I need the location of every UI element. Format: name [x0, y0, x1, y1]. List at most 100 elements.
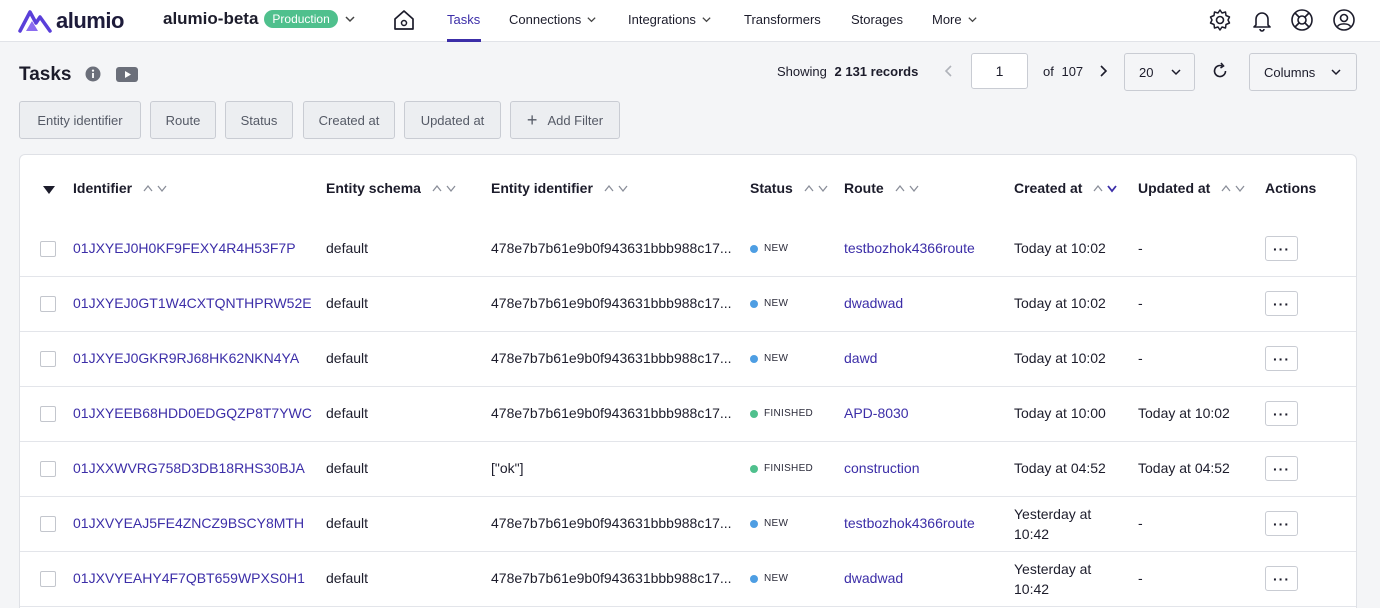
created-at: Today at 10:02: [1014, 295, 1106, 311]
user-icon[interactable]: [1332, 8, 1356, 35]
add-filter-button[interactable]: + Add Filter: [510, 101, 620, 139]
route-link[interactable]: dwadwad: [844, 295, 903, 311]
records-count: Showing 2 131 records: [777, 64, 918, 79]
task-identifier-link[interactable]: 01JXYEJ0H0KF9FEXY4R4H53F7P: [73, 240, 296, 256]
row-actions-button[interactable]: ···: [1265, 291, 1298, 316]
column-header-route[interactable]: Route: [844, 180, 920, 196]
row-checkbox[interactable]: [40, 571, 56, 587]
table-row[interactable]: 01JXYEJ0GKR9RJ68HK62NKN4YA default 478e7…: [20, 332, 1356, 387]
more-horizontal-icon: ···: [1273, 350, 1290, 367]
column-header-label: Route: [844, 180, 884, 196]
row-actions-button[interactable]: ···: [1265, 566, 1298, 591]
column-header-entity-schema[interactable]: Entity schema: [326, 180, 457, 196]
refresh-button[interactable]: [1211, 62, 1229, 83]
row-actions-button[interactable]: ···: [1265, 456, 1298, 481]
updated-at: -: [1138, 240, 1143, 256]
bell-icon[interactable]: [1250, 8, 1274, 35]
table-row[interactable]: 01JXVYEAJ5FE4ZNCZ9BSCY8MTH default 478e7…: [20, 497, 1356, 552]
created-at: Today at 10:02: [1014, 240, 1106, 256]
sort-desc-active-icon[interactable]: [1092, 183, 1118, 193]
filter-updated-at[interactable]: Updated at: [404, 101, 501, 139]
total-pages: of 107: [1043, 64, 1083, 79]
route-link[interactable]: construction: [844, 460, 919, 476]
column-header-label: Updated at: [1138, 180, 1211, 196]
row-actions-button[interactable]: ···: [1265, 236, 1298, 261]
nav-tasks[interactable]: Tasks: [447, 12, 480, 27]
table-row[interactable]: 01JXYEEB68HDD0EDGQZP8T7YWC default 478e7…: [20, 387, 1356, 442]
logo-text: alumio: [56, 8, 124, 33]
row-actions-button[interactable]: ···: [1265, 511, 1298, 536]
nav-tasks-label: Tasks: [447, 12, 481, 27]
row-checkbox[interactable]: [40, 461, 56, 477]
row-checkbox[interactable]: [40, 516, 56, 532]
route-link[interactable]: testbozhok4366route: [844, 515, 975, 531]
filter-label: Entity identifier: [37, 112, 123, 128]
sort-icon[interactable]: [431, 183, 457, 193]
updated-at: -: [1138, 295, 1143, 311]
gear-icon[interactable]: [1208, 8, 1232, 35]
total-pages-value: 107: [1061, 64, 1084, 79]
workspace-switcher[interactable]: alumio-beta Production: [163, 9, 356, 29]
row-actions-button[interactable]: ···: [1265, 401, 1298, 426]
task-identifier-link[interactable]: 01JXYEEB68HDD0EDGQZP8T7YWC: [73, 405, 312, 421]
columns-button[interactable]: Columns: [1249, 53, 1357, 91]
row-checkbox[interactable]: [40, 241, 56, 257]
row-checkbox[interactable]: [40, 296, 56, 312]
collapse-rows-icon[interactable]: [42, 182, 56, 198]
column-header-updated-at[interactable]: Updated at: [1138, 180, 1246, 196]
row-checkbox[interactable]: [40, 406, 56, 422]
column-header-identifier[interactable]: Identifier: [73, 180, 168, 196]
column-header-status[interactable]: Status: [750, 180, 829, 196]
home-icon[interactable]: [393, 8, 415, 35]
alumio-logo[interactable]: alumio: [18, 7, 124, 35]
nav-connections[interactable]: Connections: [509, 12, 597, 27]
task-identifier-link[interactable]: 01JXYEJ0GKR9RJ68HK62NKN4YA: [73, 350, 299, 366]
table-row[interactable]: 01JXYEJ0GT1W4CXTQNTHPRW52E default 478e7…: [20, 277, 1356, 332]
route-link[interactable]: APD-8030: [844, 405, 909, 421]
table-row[interactable]: 01JXYEJ0H0KF9FEXY4R4H53F7P default 478e7…: [20, 222, 1356, 277]
route-link[interactable]: dwadwad: [844, 570, 903, 586]
updated-at: -: [1138, 350, 1143, 366]
sort-icon[interactable]: [142, 183, 168, 193]
sort-icon[interactable]: [1220, 183, 1246, 193]
refresh-icon: [1213, 62, 1227, 78]
task-identifier-link[interactable]: 01JXXWVRG758D3DB18RHS30BJA: [73, 460, 305, 476]
more-horizontal-icon: ···: [1273, 240, 1290, 257]
filter-created-at[interactable]: Created at: [303, 101, 395, 139]
filter-entity-identifier[interactable]: Entity identifier: [19, 101, 141, 139]
task-identifier-link[interactable]: 01JXVYEAHY4F7QBT659WPXS0H1: [73, 570, 305, 586]
page-size-select[interactable]: 20: [1124, 53, 1195, 91]
nav-transformers[interactable]: Transformers: [744, 12, 821, 27]
column-header-created-at[interactable]: Created at: [1014, 180, 1118, 196]
status-label: NEW: [764, 298, 789, 309]
task-identifier-link[interactable]: 01JXVYEAJ5FE4ZNCZ9BSCY8MTH: [73, 515, 304, 531]
info-icon[interactable]: [85, 66, 101, 85]
nav-integrations[interactable]: Integrations: [628, 12, 712, 27]
route-link[interactable]: testbozhok4366route: [844, 240, 975, 256]
status-label: FINISHED: [764, 463, 814, 474]
next-page-button[interactable]: [1096, 64, 1110, 81]
filter-status[interactable]: Status: [225, 101, 293, 139]
sort-icon[interactable]: [803, 183, 829, 193]
filter-label: Updated at: [420, 112, 485, 128]
video-icon[interactable]: [116, 67, 138, 85]
table-row[interactable]: 01JXXWVRG758D3DB18RHS30BJA default ["ok"…: [20, 442, 1356, 497]
records-value: 2 131 records: [834, 64, 919, 79]
help-icon[interactable]: [1290, 8, 1314, 35]
filter-route[interactable]: Route: [150, 101, 216, 139]
row-checkbox[interactable]: [40, 351, 56, 367]
column-header-entity-identifier[interactable]: Entity identifier: [491, 180, 629, 196]
route-link[interactable]: dawd: [844, 350, 877, 366]
table-row[interactable]: 01JXVYEAHY4F7QBT659WPXS0H1 default 478e7…: [20, 552, 1356, 607]
status-dot-icon: [750, 519, 758, 528]
row-actions-button[interactable]: ···: [1265, 346, 1298, 371]
sort-icon[interactable]: [894, 183, 920, 193]
page-number-input[interactable]: [971, 53, 1028, 89]
created-at: Today at 10:00: [1014, 405, 1106, 421]
task-identifier-link[interactable]: 01JXYEJ0GT1W4CXTQNTHPRW52E: [73, 295, 312, 311]
nav-storages[interactable]: Storages: [851, 12, 903, 27]
previous-page-button[interactable]: [942, 64, 956, 81]
nav-more[interactable]: More: [932, 12, 978, 27]
sort-icon[interactable]: [603, 183, 629, 193]
status-badge: FINISHED: [750, 463, 813, 474]
